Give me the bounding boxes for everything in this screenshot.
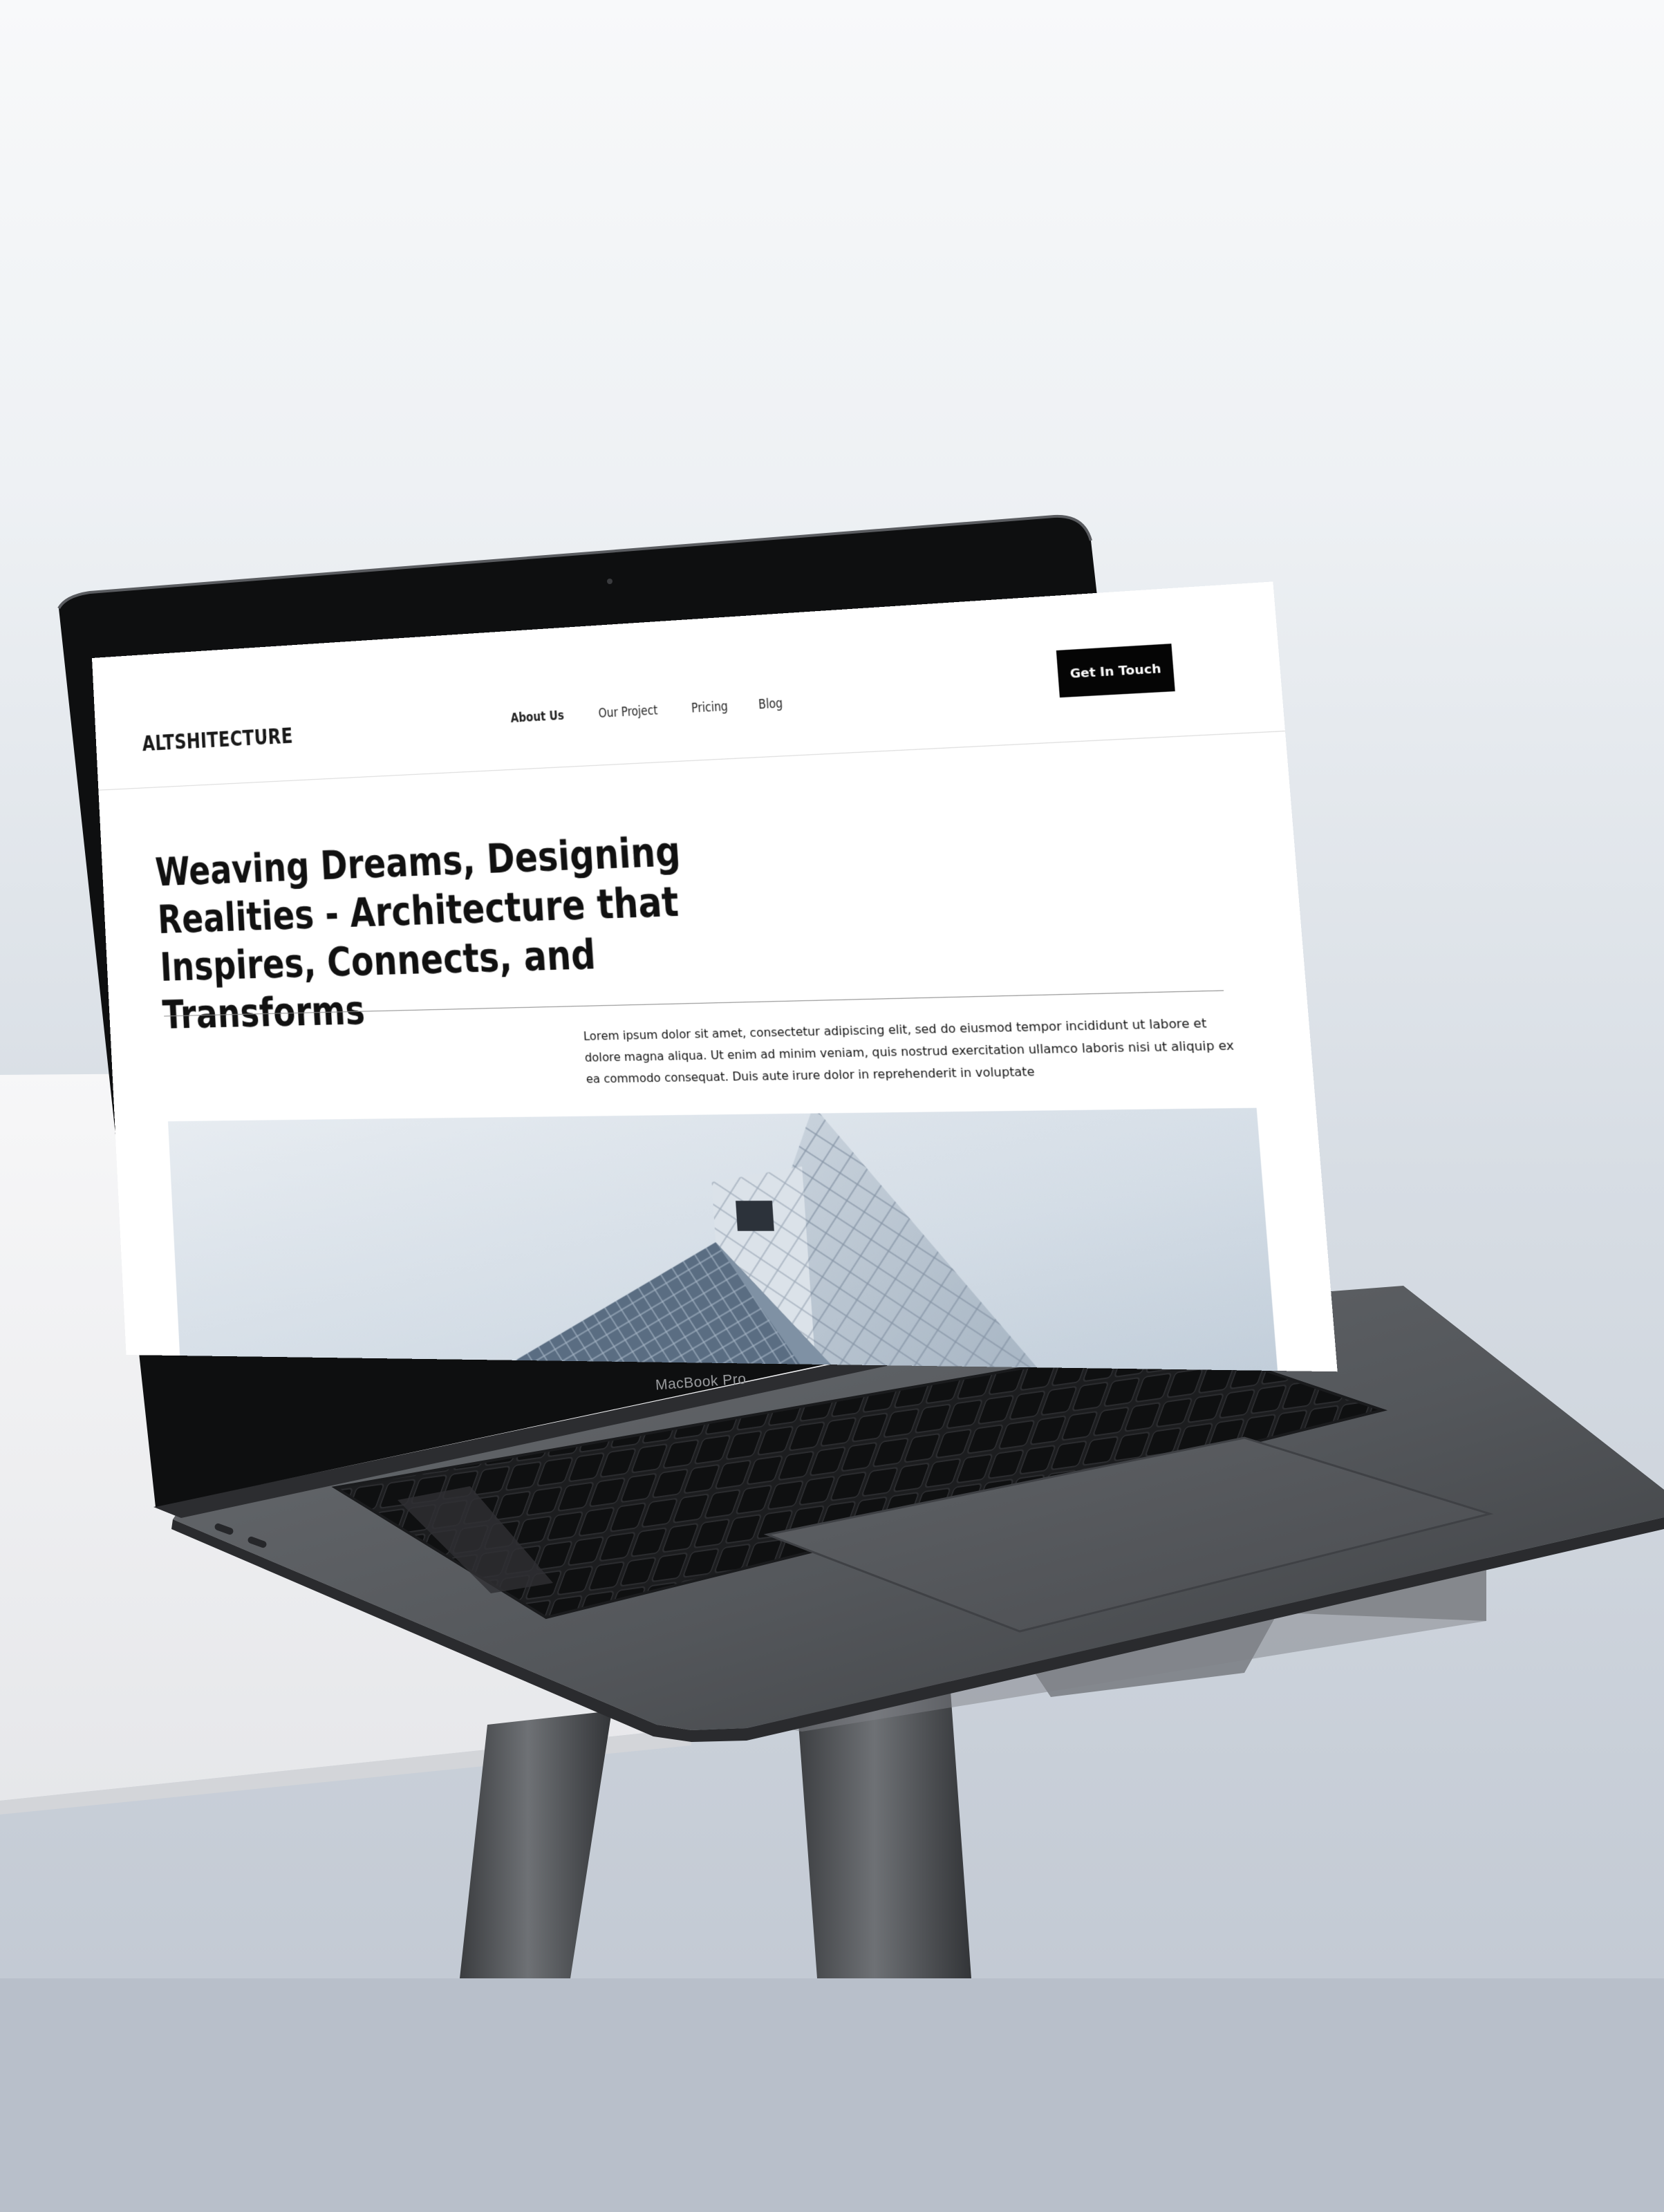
get-in-touch-button[interactable]: Get In Touch bbox=[1056, 644, 1175, 698]
website-screen: ALTSHITECTURE About Us Our Project Prici… bbox=[92, 581, 1338, 1372]
hero-description: Lorem ipsum dolor sit amet, consectetur … bbox=[583, 1016, 1235, 1086]
nav-our-project[interactable]: Our Project bbox=[598, 703, 658, 721]
main-nav: About Us Our Project Pricing Blog bbox=[505, 696, 785, 726]
nav-pricing[interactable]: Pricing bbox=[691, 700, 728, 716]
hero-image bbox=[167, 1107, 1278, 1371]
brand-logo[interactable]: ALTSHITECTURE bbox=[142, 724, 294, 756]
nav-blog[interactable]: Blog bbox=[758, 696, 783, 712]
camera bbox=[607, 579, 613, 584]
nav-about-us[interactable]: About Us bbox=[510, 709, 564, 726]
hero-headline: Weaving Dreams, Designing Realities - Ar… bbox=[154, 827, 682, 1039]
